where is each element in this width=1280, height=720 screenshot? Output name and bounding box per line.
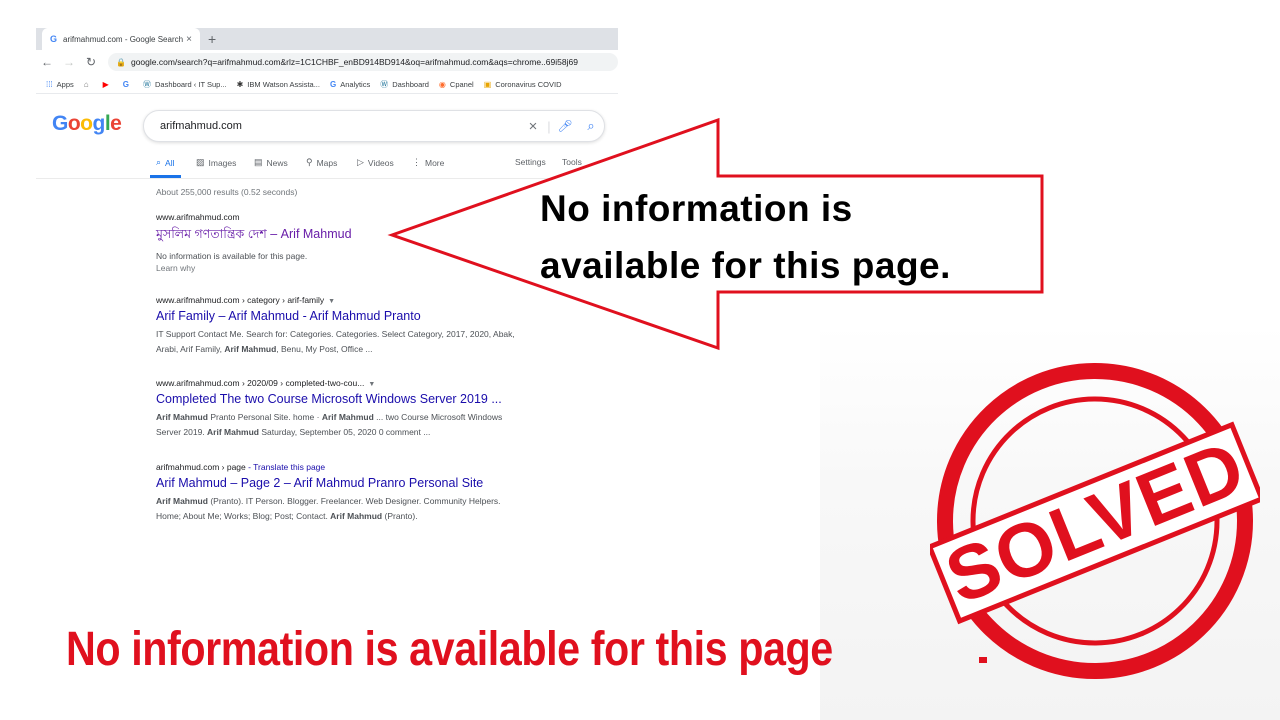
solved-stamp: SOLVED [930,363,1260,679]
browser-tab[interactable]: G arifmahmud.com - Google Search × [42,28,200,50]
wordpress-icon: Ⓦ [143,79,152,89]
google-icon: G [122,79,130,89]
snippet-highlight: Arif Mahmud [207,427,259,437]
bookmark-label: IBM Watson Assista... [247,79,320,89]
search-result: www.arifmahmud.com › 2020/09 › completed… [156,378,566,440]
bookmark-label: Apps [56,79,74,89]
result-url-text: arifmahmud.com › page [156,462,246,472]
snippet-highlight: Arif Mahmud [330,511,383,521]
snippet-text: , Benu, My Post, Office ... [276,344,373,354]
snippet-highlight: Arif Mahmud [321,412,374,422]
tab-close-icon[interactable]: × [186,34,192,45]
dropdown-arrow-icon[interactable]: ▼ [368,381,375,388]
tab-label: News [266,157,288,168]
forward-arrow-icon[interactable]: → [58,55,80,69]
new-tab-button[interactable]: + [208,30,216,48]
bookmark-label: Dashboard [392,79,429,89]
bookmarks-bar: ⁞⁞⁞ Apps ⌂ ▶ G Ⓦ Dashboard ‹ IT Sup... ✱… [36,75,618,94]
tab-images[interactable]: ▨ Images [196,157,236,168]
result-snippet: Arif Mahmud Pranto Personal Site. home ·… [156,410,566,440]
dropdown-arrow-icon[interactable]: ▼ [328,298,335,305]
snippet-highlight: Arif Mahmud [224,344,277,354]
wordpress-icon: Ⓦ [380,79,389,89]
snippet-highlight: Arif Mahmud [156,412,208,422]
result-title[interactable]: Completed The two Course Microsoft Windo… [156,392,566,406]
snippet-text: Server 2019. [156,427,208,437]
snippet-text: (Pranto). IT Person. Blogger. Freelancer… [207,496,501,506]
bookmark-dashboard-it-support[interactable]: Ⓦ Dashboard ‹ IT Sup... [143,79,227,90]
google-favicon-icon: G [50,34,58,44]
snippet-text: Pranto Personal Site. home · [207,412,322,422]
result-url[interactable]: arifmahmud.com › page - Translate this p… [156,462,566,472]
bookmark-label: Analytics [340,79,371,89]
bookmark-dashboard[interactable]: Ⓦ Dashboard [380,79,429,90]
bookmark-coronavirus[interactable]: ▣ Coronavirus COVID [484,80,562,89]
bottom-caption: No information is available for this pag… [66,623,833,676]
result-url-text: www.arifmahmud.com › 2020/09 › completed… [156,378,365,388]
tab-news[interactable]: ▤ News [254,157,288,168]
result-title[interactable]: Arif Mahmud – Page 2 – Arif Mahmud Pranr… [156,476,566,490]
snippet-highlight: Arif Mahmud [156,496,208,506]
bookmark-cpanel[interactable]: ◉ Cpanel [439,80,474,89]
bookmark-ibm-watson[interactable]: ✱ IBM Watson Assista... [237,80,320,89]
tab-title: arifmahmud.com - Google Search [63,34,184,44]
back-arrow-icon[interactable]: ← [36,55,58,69]
snippet-text: Saturday, September 05, 2020 0 comment .… [258,427,431,437]
youtube-icon: ▶ [102,79,109,89]
apps-grid-icon: ⁞⁞⁞ [46,79,53,89]
snippet-text: ... two Course Microsoft Windows [373,412,503,422]
google-icon: G [329,79,337,89]
callout-line: available for this page. [540,245,951,286]
search-icon: ⌕ [156,157,162,167]
bookmark-apps[interactable]: ⁞⁞⁞ Apps [46,80,74,89]
lock-icon: 🔒 [116,57,126,67]
search-result: arifmahmud.com › page - Translate this p… [156,462,566,524]
tab-all[interactable]: ⌕ All [156,157,175,168]
stamp-text: SOLVED [935,424,1257,620]
tab-maps[interactable]: ⚲ Maps [306,157,337,168]
caption-dash [979,657,987,663]
video-icon: ▷ [357,157,364,167]
ibm-watson-icon: ✱ [236,79,244,89]
bookmark-google[interactable]: G [123,80,133,89]
reload-icon[interactable]: ↻ [80,55,102,69]
result-snippet: Arif Mahmud (Pranto). IT Person. Blogger… [156,494,566,524]
address-url: google.com/search?q=arifmahmud.com&rlz=1… [130,57,578,67]
covid-icon: ▣ [483,79,492,89]
snippet-text: Arabi, Arif Family, [156,344,225,354]
translate-link[interactable]: - Translate this page [246,462,325,472]
news-icon: ▤ [254,157,263,167]
result-url[interactable]: www.arifmahmud.com › 2020/09 › completed… [156,378,566,388]
callout-line: No information is [540,188,853,229]
bookmark-analytics[interactable]: G Analytics [330,80,370,89]
address-bar[interactable]: 🔒 google.com/search?q=arifmahmud.com&rlz… [108,53,618,71]
bookmark-youtube[interactable]: ▶ [103,80,113,89]
map-pin-icon: ⚲ [306,157,313,167]
google-logo[interactable]: Google [52,112,122,136]
image-icon: ▨ [196,157,205,167]
bookmark-label: Cpanel [449,79,474,89]
callout-text: No information is available for this pag… [540,180,951,294]
tab-label: Images [208,157,237,168]
bookmark-label: Coronavirus COVID [495,79,562,89]
bookmark-home[interactable]: ⌂ [84,80,93,89]
result-stats: About 255,000 results (0.52 seconds) [156,187,298,197]
bookmark-label: Dashboard ‹ IT Sup... [155,79,227,89]
cpanel-icon: ◉ [438,79,446,89]
result-url-text: www.arifmahmud.com › category › arif-fam… [156,295,325,305]
tab-label: All [165,157,175,168]
tab-label: Maps [316,157,338,168]
snippet-text: (Pranto). [382,511,418,521]
browser-toolbar: ← → ↻ 🔒 google.com/search?q=arifmahmud.c… [36,50,618,74]
home-icon: ⌂ [83,79,89,89]
snippet-text: Home; About Me; Works; Blog; Post; Conta… [156,511,331,521]
